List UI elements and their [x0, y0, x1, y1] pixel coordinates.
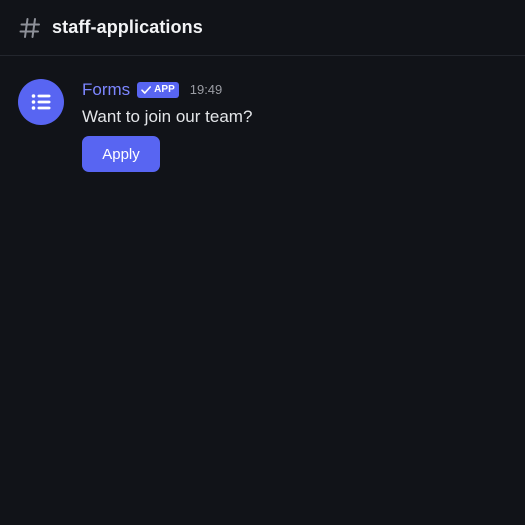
- hash-icon: [18, 16, 42, 40]
- list-icon: [29, 90, 53, 114]
- channel-name: staff-applications: [52, 17, 203, 37]
- app-badge-label: APP: [154, 84, 175, 95]
- message-body: Forms APP 19:49 Want to join our team? A…: [82, 80, 252, 172]
- message-text: Want to join our team?: [82, 107, 253, 126]
- message: Forms APP 19:49 Want to join our team? A…: [18, 79, 252, 172]
- author-name[interactable]: Forms: [82, 80, 130, 100]
- timestamp[interactable]: 19:49: [190, 80, 223, 100]
- avatar[interactable]: [18, 79, 64, 125]
- check-icon: [140, 84, 152, 96]
- chat-window: staff-applications Forms APP 19:49 Want …: [0, 0, 525, 525]
- channel-header: staff-applications: [0, 0, 525, 56]
- message-header: Forms APP 19:49: [82, 80, 252, 100]
- apply-button[interactable]: Apply: [82, 136, 160, 172]
- app-badge: APP: [137, 82, 179, 98]
